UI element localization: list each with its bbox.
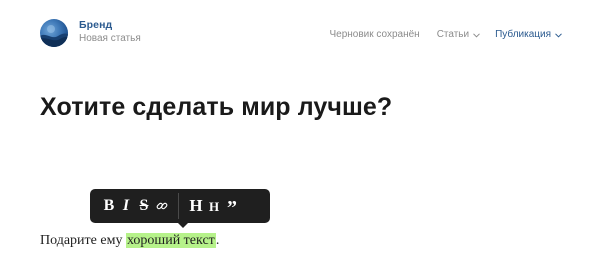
selected-text[interactable]: хороший текст [125, 233, 216, 248]
toolbar-divider [178, 193, 179, 219]
quote-button[interactable]: ” [223, 191, 241, 225]
formatting-toolbar: B I S H H ” [90, 189, 270, 228]
articles-dropdown-label: Статьи [436, 29, 470, 40]
heading-small-button[interactable]: H [205, 190, 223, 224]
strikethrough-button[interactable]: S [135, 189, 153, 223]
link-button[interactable] [153, 189, 171, 223]
brand-name[interactable]: Бренд [79, 18, 141, 32]
chevron-down-icon [555, 32, 562, 38]
article-subtitle: Новая статья [79, 33, 141, 44]
paragraph-end: . [215, 233, 220, 248]
chevron-down-icon [473, 32, 480, 38]
italic-button[interactable]: I [117, 189, 135, 223]
publish-dropdown[interactable]: Публикация [495, 29, 562, 41]
articles-dropdown[interactable]: Статьи [437, 29, 480, 41]
paragraph-text: Подарите ему [40, 233, 126, 248]
heading-large-button[interactable]: H [187, 189, 205, 223]
editor-header: Бренд Новая статья Черновик сохранён Ста… [0, 0, 600, 60]
article-paragraph[interactable]: Подарите ему хороший текст. [40, 233, 219, 249]
publish-dropdown-label: Публикация [495, 29, 551, 40]
header-nav: Черновик сохранён Статьи Публикация [329, 29, 562, 41]
article-title[interactable]: Хотите сделать мир лучше? [40, 93, 392, 122]
link-icon [156, 202, 168, 210]
bold-button[interactable]: B [101, 189, 117, 223]
draft-status: Черновик сохранён [329, 29, 420, 40]
brand-block: Бренд Новая статья [79, 18, 141, 46]
brand-logo-icon[interactable] [40, 19, 68, 47]
